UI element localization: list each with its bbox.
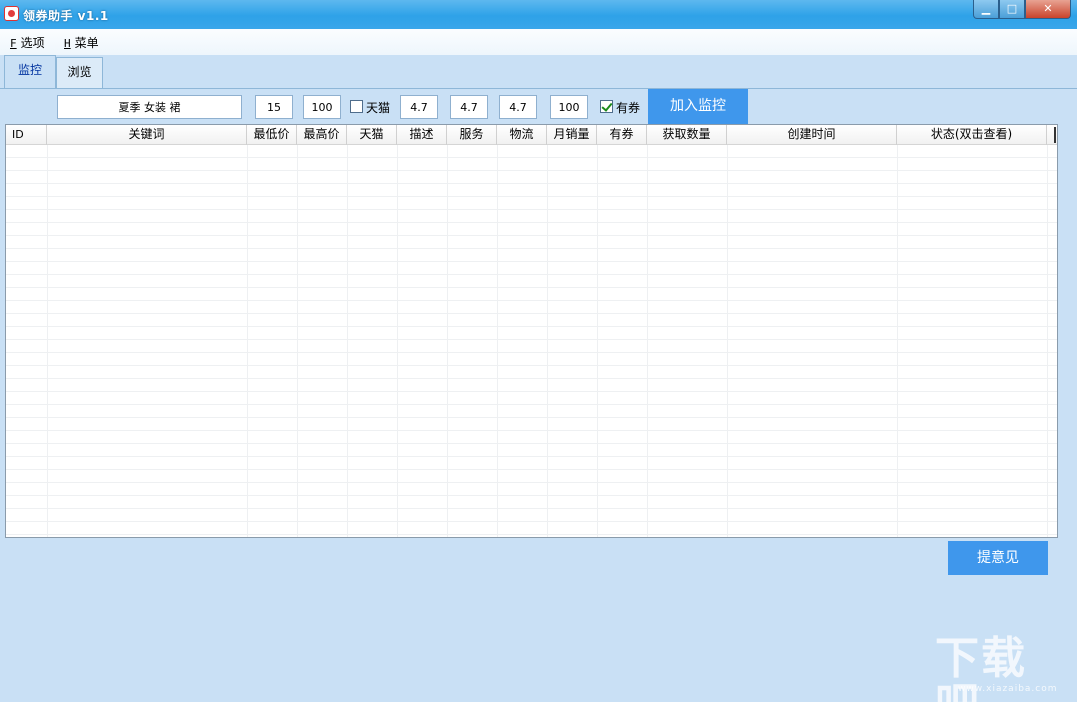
minimize-button[interactable]: ▁: [973, 0, 999, 19]
add-monitor-button[interactable]: 加入监控: [648, 89, 748, 124]
column-divider: [47, 145, 48, 537]
tab-strip: 监控 浏览: [0, 55, 1077, 89]
description-score-input[interactable]: [400, 95, 438, 119]
column-divider: [897, 145, 898, 537]
column-divider: [547, 145, 548, 537]
column-divider: [397, 145, 398, 537]
column-divider: [727, 145, 728, 537]
column-max-price[interactable]: 最高价: [297, 125, 347, 145]
table-header: ID 关键词 最低价 最高价 天猫 描述 服务 物流 月销量 有券 获取数量 创…: [6, 125, 1057, 145]
tab-monitor[interactable]: 监控: [4, 55, 56, 89]
column-service[interactable]: 服务: [447, 125, 497, 145]
tab-browse[interactable]: 浏览: [56, 57, 103, 88]
window-title: 领券助手 v1.1: [23, 9, 109, 23]
table-body: [6, 145, 1057, 537]
column-id[interactable]: ID: [6, 125, 47, 145]
column-divider: [597, 145, 598, 537]
coupon-checkbox-label: 有券: [616, 101, 641, 115]
monitor-table[interactable]: ID 关键词 最低价 最高价 天猫 描述 服务 物流 月销量 有券 获取数量 创…: [5, 124, 1058, 538]
tmall-checkbox-label: 天猫: [366, 101, 391, 115]
column-divider: [347, 145, 348, 537]
keyword-input[interactable]: [57, 95, 242, 119]
column-monthly-sales[interactable]: 月销量: [547, 125, 597, 145]
coupon-checkbox[interactable]: [600, 100, 613, 113]
column-min-price[interactable]: 最低价: [247, 125, 297, 145]
column-divider: [447, 145, 448, 537]
column-divider: [647, 145, 648, 537]
menu-options-label: 选项: [20, 36, 45, 50]
column-status[interactable]: 状态(双击查看): [897, 125, 1047, 145]
tab-panel-border: [0, 88, 1077, 89]
column-fetch-count[interactable]: 获取数量: [647, 125, 727, 145]
monthly-sales-input[interactable]: [550, 95, 588, 119]
title-bar: 领券助手 v1.1 ▁ □ ✕: [0, 0, 1077, 29]
menu-menu-label: 菜单: [74, 36, 99, 50]
max-price-input[interactable]: [303, 95, 341, 119]
menu-bar: F 选项 H 菜单: [0, 29, 1077, 55]
column-created-time[interactable]: 创建时间: [727, 125, 897, 145]
maximize-button[interactable]: □: [999, 0, 1025, 19]
min-price-input[interactable]: [255, 95, 293, 119]
column-divider: [297, 145, 298, 537]
service-score-input[interactable]: [450, 95, 488, 119]
column-logistics[interactable]: 物流: [497, 125, 547, 145]
column-description[interactable]: 描述: [397, 125, 447, 145]
menu-options[interactable]: F 选项: [10, 34, 45, 51]
menu-menu[interactable]: H 菜单: [64, 34, 99, 51]
column-tmall[interactable]: 天猫: [347, 125, 397, 145]
menu-menu-shortcut: H: [64, 37, 71, 50]
menu-options-shortcut: F: [10, 37, 17, 50]
column-coupon[interactable]: 有券: [597, 125, 647, 145]
tmall-checkbox[interactable]: [350, 100, 363, 113]
watermark-url: www.xiazaiba.com: [958, 684, 1058, 694]
close-button[interactable]: ✕: [1025, 0, 1071, 19]
table-header-end-marker: [1054, 127, 1056, 143]
column-divider: [247, 145, 248, 537]
feedback-button[interactable]: 提意见: [948, 541, 1048, 575]
column-keyword[interactable]: 关键词: [47, 125, 247, 145]
column-divider: [497, 145, 498, 537]
logistics-score-input[interactable]: [499, 95, 537, 119]
app-logo-icon: [4, 6, 19, 21]
column-divider: [1047, 145, 1048, 537]
